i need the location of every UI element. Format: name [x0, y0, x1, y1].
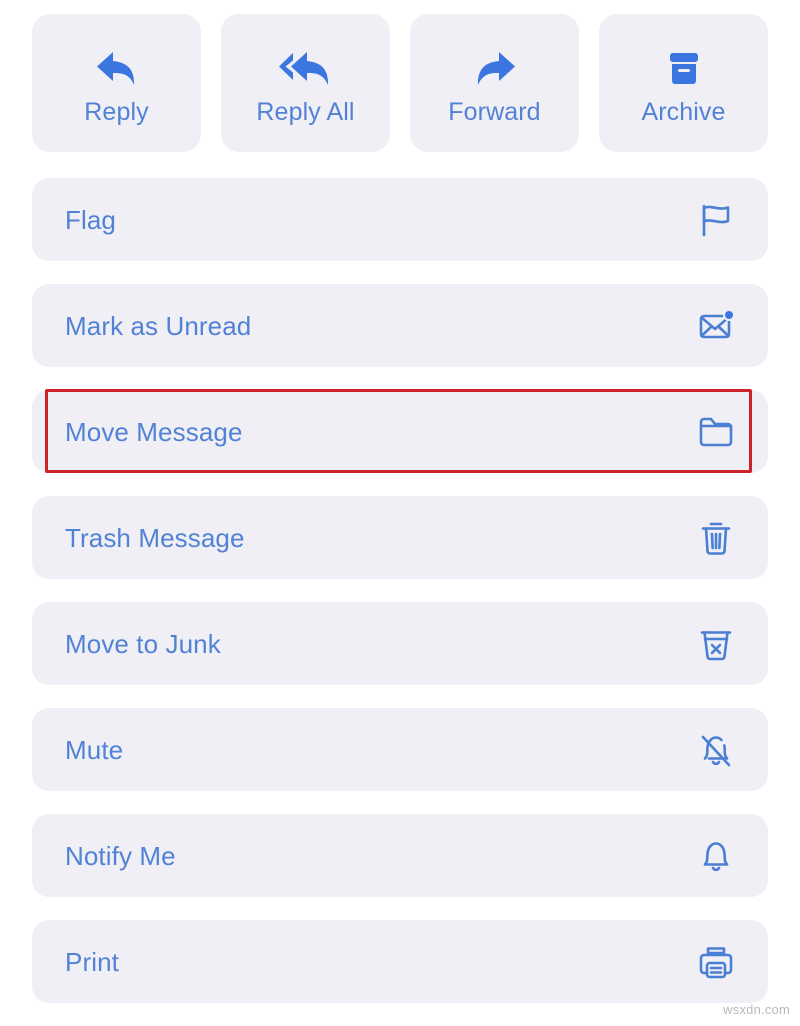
bell-icon	[694, 834, 738, 878]
quick-action-label: Reply All	[256, 97, 355, 126]
flag-icon	[694, 198, 738, 242]
menu-item-label: Move Message	[65, 416, 243, 447]
quick-action-bar: Reply Reply All Forward Archive	[32, 14, 768, 152]
menu-item-label: Flag	[65, 204, 116, 235]
menu-item-mark-as-unread[interactable]: Mark as Unread	[32, 284, 768, 367]
quick-action-label: Reply	[84, 97, 149, 126]
trash-icon	[694, 516, 738, 560]
envelope-badge-icon	[694, 304, 738, 348]
folder-icon	[694, 410, 738, 454]
reply-arrow-icon	[91, 42, 143, 96]
menu-item-label: Mute	[65, 734, 124, 765]
menu-item-flag[interactable]: Flag	[32, 178, 768, 261]
menu-item-notify-me[interactable]: Notify Me	[32, 814, 768, 897]
action-menu-list: Flag Mark as Unread Move Message Trash M…	[32, 178, 768, 1026]
menu-item-label: Move to Junk	[65, 628, 221, 659]
reply-all-arrow-icon	[275, 42, 337, 96]
menu-item-label: Notify Me	[65, 840, 176, 871]
menu-item-label: Trash Message	[65, 522, 245, 553]
menu-item-trash-message[interactable]: Trash Message	[32, 496, 768, 579]
printer-icon	[694, 940, 738, 984]
forward-arrow-icon	[469, 42, 521, 96]
quick-action-reply-all[interactable]: Reply All	[221, 14, 390, 152]
menu-item-label: Print	[65, 946, 119, 977]
quick-action-archive[interactable]: Archive	[599, 14, 768, 152]
archive-box-icon	[661, 42, 707, 96]
quick-action-reply[interactable]: Reply	[32, 14, 201, 152]
menu-item-label: Mark as Unread	[65, 310, 252, 341]
menu-item-move-to-junk[interactable]: Move to Junk	[32, 602, 768, 685]
bell-slash-icon	[694, 728, 738, 772]
menu-item-mute[interactable]: Mute	[32, 708, 768, 791]
junk-bin-x-icon	[694, 622, 738, 666]
menu-item-print[interactable]: Print	[32, 920, 768, 1003]
menu-item-move-message[interactable]: Move Message	[32, 389, 768, 473]
quick-action-label: Archive	[641, 97, 726, 126]
quick-action-label: Forward	[448, 97, 541, 126]
quick-action-forward[interactable]: Forward	[410, 14, 579, 152]
site-watermark: wsxdn.com	[723, 1002, 790, 1017]
